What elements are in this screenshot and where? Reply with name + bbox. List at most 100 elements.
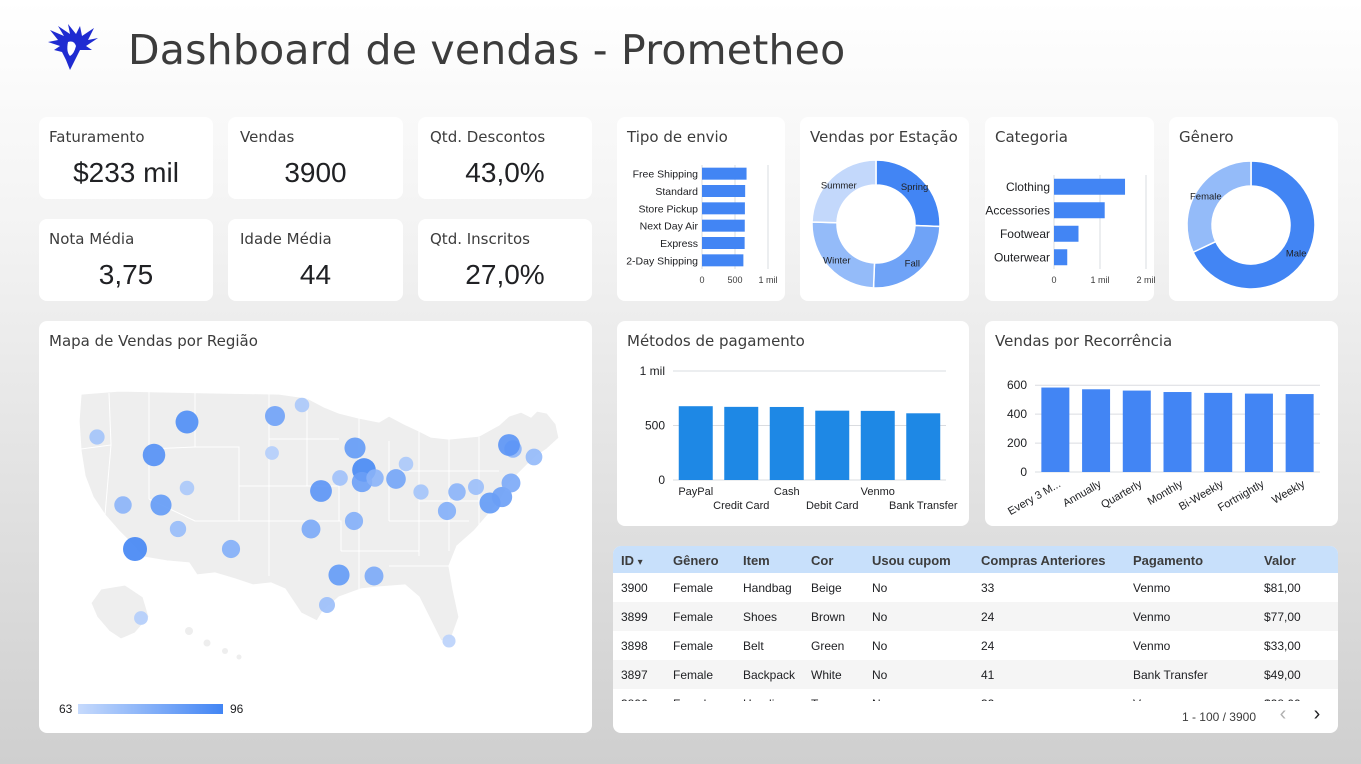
category-label: Footwear <box>1000 227 1050 241</box>
column-header-compras-anteriores[interactable]: Compras Anteriores <box>981 553 1106 568</box>
y-tick-label: 200 <box>1007 436 1027 450</box>
us-sales-map[interactable] <box>39 321 592 733</box>
table-cell: No <box>872 639 888 653</box>
map-card: Mapa de Vendas por Região 63 96 <box>39 321 592 733</box>
sales-bubble <box>265 406 285 426</box>
table-row[interactable]: 3897 Female Backpack White No 41 Bank Transfer… <box>613 660 1338 689</box>
bar <box>1054 249 1068 266</box>
table-cell: Bank Transfer <box>1133 668 1208 682</box>
sales-bubble <box>468 479 484 495</box>
category-label: Store Pickup <box>638 203 698 215</box>
donut-slice <box>875 159 941 228</box>
slice-label: Female <box>1190 191 1222 202</box>
category-label: Every 3 M... <box>1006 478 1063 518</box>
kpi-value: 44 <box>299 259 332 290</box>
table-cell: Female <box>673 668 714 682</box>
y-tick-label: 0 <box>1020 465 1027 479</box>
bar <box>1122 390 1151 472</box>
table-body: 3900 Female Handbag Beige No 33 Venmo $81,00 389… <box>613 573 1338 701</box>
sales-bubble <box>310 480 332 502</box>
table-cell: Female <box>673 697 713 701</box>
kpi-idade-media: Idade Média 44 <box>228 219 403 301</box>
kpi-value: 43,0% <box>465 157 545 188</box>
category-label: Standard <box>655 186 698 198</box>
table-cell: $81,00 <box>1264 581 1301 595</box>
kpi-vendas: Vendas 3900 <box>228 117 403 199</box>
column-header-id[interactable]: ID ▾ <box>621 553 643 568</box>
bar <box>1054 178 1126 195</box>
table-header: ID ▾ Gênero Item Cor Usou cupom Compras … <box>613 546 1338 573</box>
bar <box>815 410 850 480</box>
kpi-value: $233 mil <box>73 157 179 188</box>
pagination-label: 1 - 100 / 3900 <box>1181 710 1256 724</box>
column-header-cor[interactable]: Cor <box>811 553 833 568</box>
sales-bubble <box>221 539 241 559</box>
x-tick-label: 0 <box>699 275 704 285</box>
prometheo-logo-icon <box>48 24 98 70</box>
category-label: Clothing <box>1006 180 1050 194</box>
table-cell: Venmo <box>1133 697 1170 701</box>
kpi-faturamento: Faturamento $233 mil <box>39 117 213 199</box>
bar <box>769 406 804 480</box>
sort-desc-icon[interactable]: ▾ <box>638 557 643 568</box>
kpi-label: Qtd. Inscritos <box>430 230 530 248</box>
previous-page-icon[interactable]: ‹ <box>1272 704 1294 726</box>
sales-bubble <box>344 511 364 531</box>
table-row[interactable]: 3900 Female Handbag Beige No 33 Venmo $81,00 <box>613 573 1338 602</box>
bar <box>678 406 713 480</box>
category-label: Fortnightly <box>1216 478 1267 514</box>
color-scale-bar <box>78 704 223 714</box>
slice-label: Male <box>1286 249 1307 260</box>
column-header-valor[interactable]: Valor <box>1264 553 1296 568</box>
donut-slice <box>872 224 941 289</box>
table-cell: $77,00 <box>1264 610 1301 624</box>
sales-bubble <box>319 597 335 613</box>
chart-genero[interactable]: Male Female <box>1169 117 1338 301</box>
table-row[interactable]: 3899 Female Shoes Brown No 24 Venmo $77,00 <box>613 602 1338 631</box>
sales-bubble <box>413 484 429 500</box>
table-cell: Belt <box>743 639 764 653</box>
sales-bubble <box>398 456 414 472</box>
slice-label: Summer <box>821 181 857 192</box>
sales-bubble <box>366 469 384 487</box>
table-row[interactable]: 3896 Female Hoodie Turqu No 32 Venmo $28,00 <box>613 689 1338 701</box>
page-title: Dashboard de vendas - Prometheo <box>128 26 846 74</box>
chart-categoria[interactable]: 0 1 mil 2 mil Clothing Accessories Footwear Ou… <box>985 117 1156 301</box>
sales-bubble <box>294 397 310 413</box>
kpi-descontos: Qtd. Descontos 43,0% <box>418 117 592 199</box>
sales-bubble <box>386 469 406 489</box>
chart-estacao[interactable]: Spring Fall Winter Summer <box>800 117 969 301</box>
x-tick-label: 500 <box>727 275 742 285</box>
y-tick-label: 500 <box>645 419 665 433</box>
table-cell: 32 <box>981 697 994 701</box>
legend-max-label: 96 <box>230 702 244 716</box>
legend-min-label: 63 <box>59 702 73 716</box>
table-cell: Female <box>673 610 714 624</box>
chart-pagamento[interactable]: 0 500 1 mil PayPalCredit Card Cash Debit Card… <box>617 321 969 526</box>
bar <box>702 202 745 215</box>
table-row[interactable]: 3898 Female Belt Green No 24 Venmo $33,00 <box>613 631 1338 660</box>
column-header-pagamento[interactable]: Pagamento <box>1133 553 1203 568</box>
chart-tipo-envio[interactable]: 0 500 1 mil Free Shipping Standard Store Pick… <box>617 117 785 301</box>
x-tick-label: 1 mil <box>1090 275 1109 285</box>
donut-slice <box>1186 160 1252 254</box>
bar <box>724 406 759 480</box>
table-cell: Backpack <box>743 668 796 682</box>
sales-bubble <box>328 564 350 586</box>
column-header-usou-cupom[interactable]: Usou cupom <box>872 553 951 568</box>
bar <box>702 185 746 197</box>
category-label: Quarterly <box>1099 478 1145 511</box>
next-page-icon[interactable]: › <box>1306 704 1328 726</box>
column-header-item[interactable]: Item <box>743 553 770 568</box>
bar <box>1054 202 1105 219</box>
table-cell: No <box>872 610 888 624</box>
us-mainland-shape <box>78 390 560 642</box>
table-cell: Green <box>811 639 845 653</box>
table-cell: Handbag <box>743 581 792 595</box>
category-label: Weekly <box>1270 478 1307 507</box>
table-cell: $49,00 <box>1264 668 1301 682</box>
chart-recorrencia[interactable]: 0200400600Every 3 M...AnnuallyQuarterly M… <box>985 321 1338 526</box>
column-header-genero[interactable]: Gênero <box>673 553 719 568</box>
kpi-value: 3900 <box>284 157 347 188</box>
kpi-label: Faturamento <box>49 128 145 146</box>
